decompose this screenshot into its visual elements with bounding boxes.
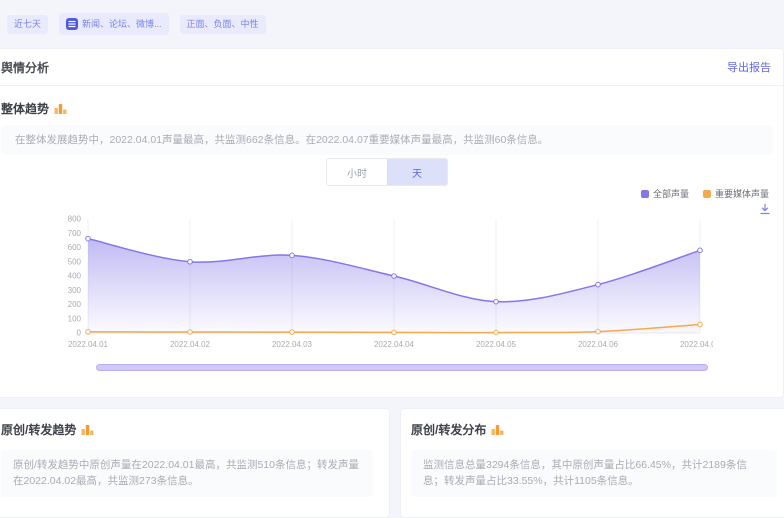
bottom-cards: 原创/转发趋势 原创/转发趋势中原创声量在2022.04.01最高，共监测510… — [0, 408, 784, 518]
overall-trend-title-row: 整体趋势 — [1, 100, 67, 117]
svg-text:0: 0 — [77, 329, 82, 338]
legend-marker-purple — [641, 190, 649, 198]
svg-text:600: 600 — [68, 243, 82, 252]
svg-text:2022.04.04: 2022.04.04 — [374, 340, 415, 349]
original-repost-distribution-summary: 监测信息总量3294条信息，其中原创声量占比66.45%，共计2189条信息；转… — [411, 450, 777, 497]
original-repost-trend-title-row: 原创/转发趋势 — [1, 421, 373, 438]
date-range-chip-label: 近七天 — [14, 20, 41, 29]
export-report-button[interactable]: 导出报告 — [727, 59, 771, 75]
svg-text:2022.04.05: 2022.04.05 — [476, 340, 517, 349]
original-repost-trend-summary: 原创/转发趋势中原创声量在2022.04.01最高，共监测510条信息；转发声量… — [1, 450, 373, 497]
chart-legend: 全部声量 重要媒体声量 — [641, 187, 769, 200]
svg-text:100: 100 — [68, 314, 82, 323]
source-chip-label: 新闻、论坛、微博... — [82, 20, 162, 29]
svg-text:2022.04.06: 2022.04.06 — [578, 340, 619, 349]
datazoom-slider[interactable] — [96, 364, 708, 371]
original-repost-distribution-title-row: 原创/转发分布 — [411, 421, 777, 438]
sentiment-chip[interactable]: 正面、负面、中性 — [180, 15, 266, 34]
toggle-hour-button[interactable]: 小时 — [327, 159, 387, 185]
svg-text:2022.04.01: 2022.04.01 — [68, 340, 109, 349]
source-chip[interactable]: 新闻、论坛、微博... — [59, 13, 169, 35]
legend-label: 重要媒体声量 — [715, 187, 769, 200]
sentiment-chip-label: 正面、负面、中性 — [187, 20, 259, 29]
svg-text:400: 400 — [68, 272, 82, 281]
overall-trend-title: 整体趋势 — [1, 100, 49, 117]
filter-chips: 近七天 新闻、论坛、微博... 正面、负面、中性 — [7, 13, 266, 35]
analysis-card: 舆情分析 导出报告 整体趋势 在整体发展趋势中，2022.04.01声量最高，共… — [0, 48, 784, 398]
overall-trend-summary-text: 在整体发展趋势中，2022.04.01声量最高，共监测662条信息。在2022.… — [15, 134, 548, 146]
svg-text:2022.04.02: 2022.04.02 — [170, 340, 211, 349]
original-repost-distribution-summary-text: 监测信息总量3294条信息，其中原创声量占比66.45%，共计2189条信息；转… — [423, 459, 747, 487]
svg-text:500: 500 — [68, 257, 82, 266]
overall-trend-summary: 在整体发展趋势中，2022.04.01声量最高，共监测662条信息。在2022.… — [1, 125, 773, 155]
legend-marker-orange — [703, 190, 711, 198]
trend-award-icon — [54, 103, 67, 115]
svg-text:200: 200 — [68, 300, 82, 309]
svg-text:700: 700 — [68, 229, 82, 238]
legend-item-all-volume[interactable]: 全部声量 — [641, 187, 689, 200]
original-repost-trend-card: 原创/转发趋势 原创/转发趋势中原创声量在2022.04.01最高，共监测510… — [0, 408, 390, 518]
original-repost-distribution-title: 原创/转发分布 — [411, 421, 486, 438]
trend-award-icon — [81, 424, 94, 436]
original-repost-trend-summary-text: 原创/转发趋势中原创声量在2022.04.01最高，共监测510条信息；转发声量… — [13, 459, 359, 487]
svg-text:300: 300 — [68, 286, 82, 295]
analysis-card-header: 舆情分析 导出报告 — [0, 49, 783, 86]
original-repost-distribution-card: 原创/转发分布 监测信息总量3294条信息，其中原创声量占比66.45%，共计2… — [400, 408, 784, 518]
download-chart-icon[interactable] — [759, 202, 771, 220]
svg-text:2022.04.03: 2022.04.03 — [272, 340, 313, 349]
granularity-toggle: 小时 天 — [326, 158, 448, 186]
page-title: 舆情分析 — [1, 59, 49, 76]
source-badge-icon — [66, 18, 78, 30]
original-repost-trend-title: 原创/转发趋势 — [1, 421, 76, 438]
date-range-chip[interactable]: 近七天 — [7, 15, 48, 34]
toggle-day-button[interactable]: 天 — [387, 159, 447, 185]
legend-label: 全部声量 — [653, 187, 689, 200]
trend-area-chart: 2022.04.01 2022.04.02 2022.04.03 2022.04.04… — [48, 211, 713, 361]
trend-award-icon — [491, 424, 504, 436]
svg-text:2022.04.07: 2022.04.07 — [680, 340, 713, 349]
page: 近七天 新闻、论坛、微博... 正面、负面、中性 舆情分析 导出报告 整体趋势 … — [0, 0, 784, 489]
svg-text:800: 800 — [68, 215, 82, 224]
legend-item-media-volume[interactable]: 重要媒体声量 — [703, 187, 769, 200]
